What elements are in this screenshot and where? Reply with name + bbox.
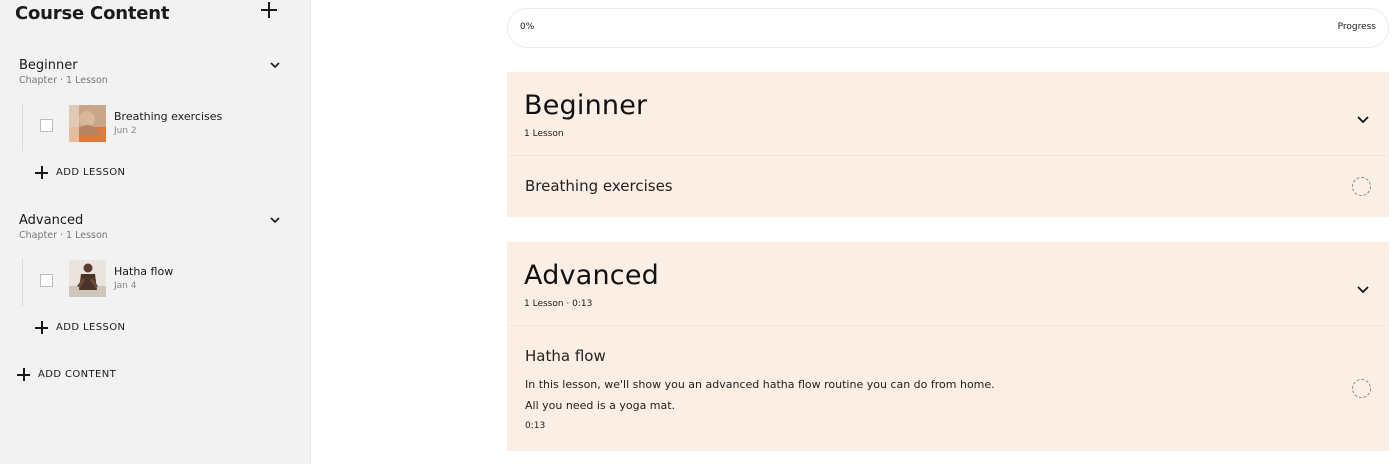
- lesson-checkbox[interactable]: [40, 274, 53, 287]
- chapter-meta: Chapter · 1 Lesson: [19, 75, 108, 86]
- add-lesson-button[interactable]: ADD LESSON: [35, 321, 125, 334]
- add-content-label: ADD CONTENT: [38, 369, 117, 380]
- lesson-name: Hatha flow: [114, 265, 174, 278]
- chevron-down-icon[interactable]: [1357, 109, 1369, 124]
- sidebar-lesson-hatha[interactable]: Hatha flow Jan 4: [22, 258, 282, 306]
- chevron-down-icon[interactable]: [1357, 279, 1369, 294]
- chapter-title: Beginner: [19, 58, 78, 73]
- chapter-card-header[interactable]: Beginner 1 Lesson: [507, 72, 1389, 156]
- chapter-meta: Chapter · 1 Lesson: [19, 230, 108, 241]
- lesson-title: Breathing exercises: [525, 177, 673, 195]
- dashed-circle-icon[interactable]: [1352, 379, 1371, 398]
- chevron-down-icon[interactable]: [270, 217, 280, 226]
- plus-icon: [17, 368, 30, 381]
- chapter-card-beginner: Beginner 1 Lesson Breathing exercises: [507, 72, 1389, 217]
- sidebar: Course Content Beginner Chapter · 1 Less…: [0, 0, 311, 464]
- progress-bar: 0% Progress: [507, 8, 1389, 48]
- dashed-circle-icon[interactable]: [1352, 177, 1371, 196]
- add-lesson-button[interactable]: ADD LESSON: [35, 166, 125, 179]
- chapter-card-meta: 1 Lesson · 0:13: [524, 299, 593, 309]
- progress-label: Progress: [1337, 22, 1376, 32]
- lesson-date: Jun 2: [114, 126, 137, 136]
- plus-icon: [35, 321, 48, 334]
- lesson-title: Hatha flow: [525, 347, 606, 365]
- chapter-card-title: Beginner: [524, 90, 648, 121]
- chapter-card-advanced: Advanced 1 Lesson · 0:13 Hatha flow In t…: [507, 242, 1389, 451]
- chapter-title: Advanced: [19, 213, 84, 228]
- add-content-plus-icon[interactable]: [261, 2, 277, 18]
- chevron-down-icon[interactable]: [270, 62, 280, 71]
- lesson-date: Jan 4: [114, 281, 137, 291]
- chapter-card-title: Advanced: [524, 260, 659, 291]
- plus-icon: [35, 166, 48, 179]
- lesson-description: In this lesson, we'll show you an advanc…: [525, 378, 995, 412]
- progress-percent: 0%: [520, 22, 535, 32]
- lesson-name: Breathing exercises: [114, 110, 223, 123]
- lesson-checkbox[interactable]: [40, 119, 53, 132]
- lesson-thumbnail: [69, 105, 106, 142]
- lesson-thumbnail: [69, 260, 106, 297]
- sidebar-chapter-advanced[interactable]: Advanced Chapter · 1 Lesson: [19, 213, 289, 242]
- add-content-button[interactable]: ADD CONTENT: [17, 368, 116, 381]
- lesson-item-breathing[interactable]: Breathing exercises: [507, 156, 1389, 217]
- chapter-card-meta: 1 Lesson: [524, 129, 564, 139]
- add-lesson-label: ADD LESSON: [56, 167, 126, 178]
- sidebar-title: Course Content: [15, 3, 170, 24]
- sidebar-chapter-beginner[interactable]: Beginner Chapter · 1 Lesson: [19, 58, 289, 87]
- chapter-card-header[interactable]: Advanced 1 Lesson · 0:13: [507, 242, 1389, 326]
- add-lesson-label: ADD LESSON: [56, 322, 126, 333]
- sidebar-lesson-breathing[interactable]: Breathing exercises Jun 2: [22, 103, 282, 151]
- lesson-item-hatha[interactable]: Hatha flow In this lesson, we'll show yo…: [507, 326, 1389, 451]
- lesson-duration: 0:13: [525, 421, 546, 431]
